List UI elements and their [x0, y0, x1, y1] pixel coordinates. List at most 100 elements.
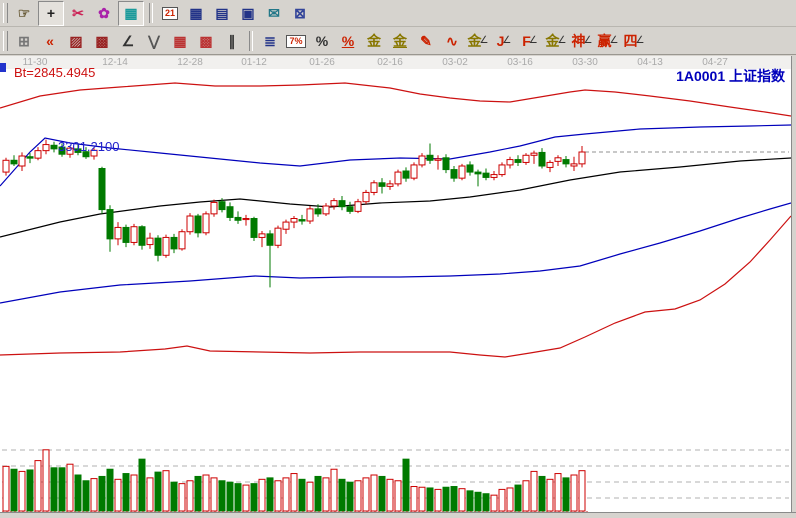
upper-red-band-line: [0, 83, 791, 116]
gold-coin-tool-icon: 金: [367, 34, 381, 48]
window-bottom-edge: [0, 512, 796, 518]
fan-lines-tool-button[interactable]: «: [38, 30, 62, 53]
gann-fan-tool-icon: ▨: [69, 34, 82, 48]
indicator-readout: Bt=2845.4945: [14, 65, 95, 80]
date-tick-label: 03-16: [507, 57, 533, 68]
scissors-measure-button[interactable]: ✂: [66, 2, 90, 25]
toolbar-separator: [149, 3, 153, 23]
symbol-title: 1A0001 上证指数: [676, 66, 785, 86]
grid-box-tool-button[interactable]: ▩: [194, 30, 218, 53]
wave-tool-icon: ∿: [446, 34, 458, 48]
candle-brush-tool-icon: ✎: [420, 34, 432, 48]
application-window: ☞+✂✿▦21▦▤▣✉⊠ ⊞«▨▩∠⋁▦▩∥≣7%%%金金✎∿金∠J∠F∠金∠神…: [0, 0, 796, 518]
parallel-lines-tool-icon: ∥: [229, 34, 236, 48]
speed-lines-tool-icon: ∠: [122, 34, 135, 48]
middle-band-line: [0, 158, 791, 237]
angle-lines-icon: ∠: [558, 36, 567, 46]
fan-lines-tool-icon: «: [46, 34, 54, 48]
date-tick-label: 01-26: [309, 57, 335, 68]
calendar-21-icon: 21: [162, 7, 178, 20]
drawing-toolbar: ⊞«▨▩∠⋁▦▩∥≣7%%%金金✎∿金∠J∠F∠金∠神∠赢∠四∠: [0, 28, 796, 55]
angle-lines-icon: ∠: [502, 36, 511, 46]
chip-distribution-button[interactable]: ✿: [92, 2, 116, 25]
print-button[interactable]: ⊠: [288, 2, 312, 25]
gann-square-tool-button[interactable]: ▩: [90, 30, 114, 53]
candle-brush-tool-button[interactable]: ✎: [414, 30, 438, 53]
chart-area[interactable]: Bt=2845.4945 1A0001 上证指数 3301.2100: [0, 69, 791, 512]
date-axis: 11-3012-1412-2801-1201-2602-1603-0203-16…: [0, 56, 791, 70]
calculator-button[interactable]: ▦: [184, 2, 208, 25]
f-angle-tool-button[interactable]: F∠: [518, 30, 542, 53]
main-toolbar: ☞ + ✂ ✿ ▦ 21 ▦ ▤ ▣ ✉ ⊠: [0, 0, 796, 27]
date-tick-label: 01-12: [241, 57, 267, 68]
shen-angle-tool-button[interactable]: 神∠: [570, 30, 594, 53]
date-tick-label: 02-16: [377, 57, 403, 68]
angle-lines-icon: ∠: [584, 36, 593, 46]
percent-line-tool-icon: %: [342, 34, 354, 48]
pan-hand-button[interactable]: ☞: [12, 2, 36, 25]
angle-lines-icon: ∠: [529, 36, 538, 46]
date-tick-label: 03-02: [442, 57, 468, 68]
price-ladder-tool-button[interactable]: ≣: [258, 30, 282, 53]
calendar-21-button[interactable]: 21: [158, 2, 182, 25]
send-mail-icon: ✉: [268, 6, 280, 20]
date-tick-label: 03-30: [572, 57, 598, 68]
grid-tool-button[interactable]: ▦: [168, 30, 192, 53]
gold-angle-2-tool-button[interactable]: 金∠: [544, 30, 568, 53]
grid-tool-icon: ▦: [173, 34, 186, 48]
save-disk-button[interactable]: ▣: [236, 2, 260, 25]
angle-lines-icon: ∠: [636, 36, 645, 46]
zigzag-tool-button[interactable]: ⋁: [142, 30, 166, 53]
percent-seven-tool-button[interactable]: 7%: [284, 30, 308, 53]
zigzag-tool-icon: ⋁: [148, 34, 159, 48]
notes-button[interactable]: ▤: [210, 2, 234, 25]
date-tick-label: 04-13: [637, 57, 663, 68]
map-view-button[interactable]: ▦: [118, 1, 144, 26]
toolbar-grip[interactable]: [3, 31, 8, 51]
notes-icon: ▤: [215, 6, 228, 20]
toolbar-grip[interactable]: [3, 3, 8, 23]
volume-series: [3, 450, 585, 511]
grid-box-tool-icon: ▩: [199, 34, 212, 48]
window-grid-tool-button[interactable]: ⊞: [12, 30, 36, 53]
toolbar-separator: [249, 31, 253, 51]
angle-lines-icon: ∠: [610, 36, 619, 46]
calculator-icon: ▦: [189, 6, 202, 20]
date-tick-label: 12-14: [102, 57, 128, 68]
gann-fan-tool-button[interactable]: ▨: [64, 30, 88, 53]
chip-distribution-icon: ✿: [98, 6, 110, 20]
price-ladder-tool-icon: ≣: [264, 34, 276, 48]
gann-square-tool-icon: ▩: [95, 34, 108, 48]
symbol-name: 上证指数: [729, 68, 785, 84]
lower-blue-band-line: [0, 203, 791, 303]
gold-coin-tool-button[interactable]: 金: [362, 30, 386, 53]
percent-line-tool-button[interactable]: %: [336, 30, 360, 53]
crosshair-button[interactable]: +: [38, 1, 64, 26]
percent-seven-tool-icon: 7%: [286, 35, 305, 48]
ying-angle-tool-button[interactable]: 赢∠: [596, 30, 620, 53]
speed-lines-tool-button[interactable]: ∠: [116, 30, 140, 53]
gold-lines-tool-icon: 金: [393, 34, 407, 48]
send-mail-button[interactable]: ✉: [262, 2, 286, 25]
print-icon: ⊠: [294, 6, 306, 20]
si-angle-tool-button[interactable]: 四∠: [622, 30, 646, 53]
collapse-marker-icon[interactable]: [0, 63, 6, 72]
date-tick-label: 12-28: [177, 57, 203, 68]
gold-lines-tool-button[interactable]: 金: [388, 30, 412, 53]
wave-tool-button[interactable]: ∿: [440, 30, 464, 53]
map-view-icon: ▦: [124, 6, 137, 20]
window-grid-tool-icon: ⊞: [18, 34, 30, 48]
symbol-code: 1A0001: [676, 68, 725, 84]
angle-lines-icon: ∠: [480, 36, 489, 46]
scissors-measure-icon: ✂: [72, 6, 84, 20]
parallel-lines-tool-button[interactable]: ∥: [220, 30, 244, 53]
chart-canvas: [0, 69, 791, 512]
save-disk-icon: ▣: [241, 6, 254, 20]
j-angle-tool-button[interactable]: J∠: [492, 30, 516, 53]
crosshair-icon: +: [47, 6, 55, 20]
candlestick-series: [3, 140, 585, 288]
gold-angle-tool-button[interactable]: 金∠: [466, 30, 490, 53]
percent-tool-button[interactable]: %: [310, 30, 334, 53]
pan-hand-icon: ☞: [18, 6, 31, 20]
window-right-edge: [791, 56, 796, 518]
